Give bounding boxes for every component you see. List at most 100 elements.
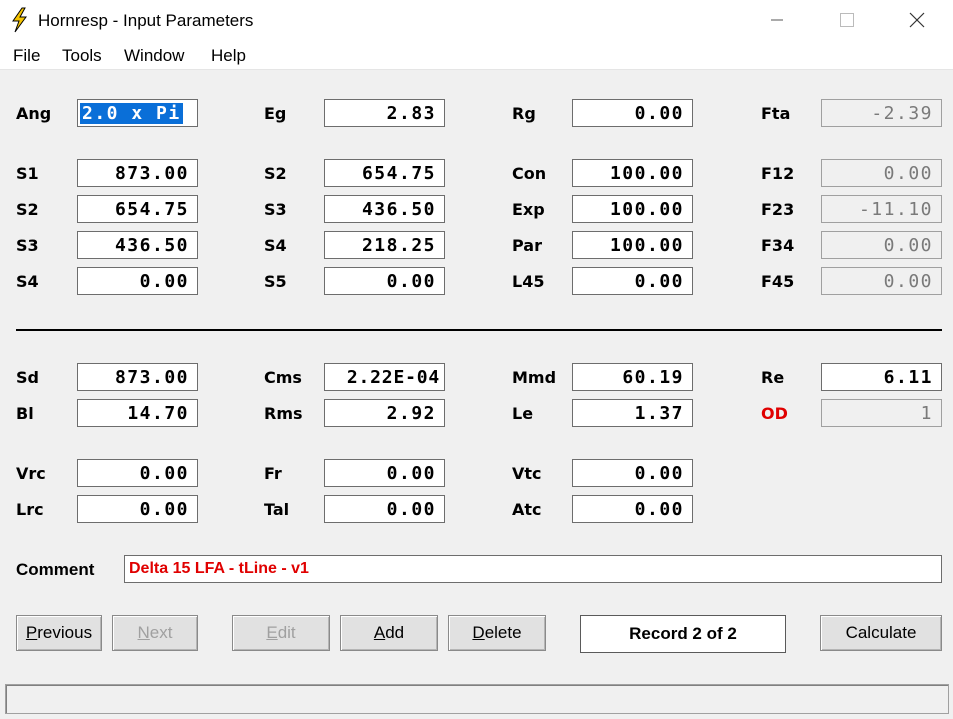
menu-window[interactable]: Window — [124, 46, 184, 66]
input-parameters-panel: Ang 2.0 x Pi Eg 2.83 Rg 0.00 Fta -2.39 S… — [0, 70, 953, 719]
field-s4[interactable]: 218.25 — [324, 231, 445, 259]
field-f45: 0.00 — [821, 267, 942, 295]
field-eg[interactable]: 2.83 — [324, 99, 445, 127]
title-bar: Hornresp - Input Parameters — [0, 0, 953, 40]
label-f23: F23 — [761, 200, 795, 219]
field-f23: -11.10 — [821, 195, 942, 223]
field-fta: -2.39 — [821, 99, 942, 127]
edit-button[interactable]: Edit — [232, 615, 330, 651]
label-rms: Rms — [264, 404, 303, 423]
label-rg: Rg — [512, 104, 536, 123]
delete-accel: D — [472, 623, 485, 642]
delete-label: elete — [484, 623, 522, 642]
label-mmd: Mmd — [512, 368, 557, 387]
field-s4-b[interactable]: 0.00 — [77, 267, 198, 295]
add-label: dd — [385, 623, 405, 642]
window-title: Hornresp - Input Parameters — [38, 11, 254, 30]
lightning-bolt-icon — [12, 7, 27, 33]
label-le: Le — [512, 404, 534, 423]
field-f34: 0.00 — [821, 231, 942, 259]
menu-bar: File Tools Window Help — [0, 40, 953, 70]
label-f34: F34 — [761, 236, 795, 255]
label-tal: Tal — [264, 500, 290, 519]
field-le[interactable]: 1.37 — [572, 399, 693, 427]
previous-accel: P — [25, 623, 38, 642]
maximize-button[interactable] — [824, 0, 870, 40]
close-icon — [909, 12, 925, 28]
field-atc[interactable]: 0.00 — [572, 495, 693, 523]
label-s2-b: S2 — [16, 200, 39, 219]
field-s3[interactable]: 436.50 — [324, 195, 445, 223]
add-button[interactable]: Add — [340, 615, 438, 651]
label-f12: F12 — [761, 164, 795, 183]
add-accel: A — [373, 623, 386, 642]
field-f12: 0.00 — [821, 159, 942, 187]
field-s2[interactable]: 654.75 — [324, 159, 445, 187]
field-par[interactable]: 100.00 — [572, 231, 693, 259]
label-s5: S5 — [264, 272, 287, 291]
maximize-icon — [840, 13, 854, 27]
minimize-icon — [771, 19, 783, 21]
field-rg[interactable]: 0.00 — [572, 99, 693, 127]
field-s3-b[interactable]: 436.50 — [77, 231, 198, 259]
field-s5[interactable]: 0.00 — [324, 267, 445, 295]
menu-help[interactable]: Help — [211, 46, 246, 66]
delete-button[interactable]: Delete — [448, 615, 546, 651]
field-bl[interactable]: 14.70 — [77, 399, 198, 427]
field-sd[interactable]: 873.00 — [77, 363, 198, 391]
field-ang-value: 2.0 x Pi — [80, 103, 183, 124]
record-indicator: Record 2 of 2 — [580, 615, 786, 653]
label-sd: Sd — [16, 368, 39, 387]
label-comment: Comment — [16, 560, 95, 579]
menu-file[interactable]: File — [13, 46, 40, 66]
field-mmd[interactable]: 60.19 — [572, 363, 693, 391]
label-s3: S3 — [264, 200, 287, 219]
close-button[interactable] — [894, 0, 940, 40]
field-vrc[interactable]: 0.00 — [77, 459, 198, 487]
field-od: 1 — [821, 399, 942, 427]
label-fta: Fta — [761, 104, 791, 123]
label-s3-b: S3 — [16, 236, 39, 255]
minimize-button[interactable] — [754, 0, 800, 40]
field-s2-b[interactable]: 654.75 — [77, 195, 198, 223]
field-exp[interactable]: 100.00 — [572, 195, 693, 223]
field-vtc[interactable]: 0.00 — [572, 459, 693, 487]
menu-tools[interactable]: Tools — [62, 46, 102, 66]
status-bar — [5, 684, 949, 714]
label-vrc: Vrc — [16, 464, 46, 483]
edit-accel: E — [266, 623, 278, 642]
section-divider — [16, 329, 942, 331]
label-atc: Atc — [512, 500, 542, 519]
field-l45[interactable]: 0.00 — [572, 267, 693, 295]
label-s1: S1 — [16, 164, 39, 183]
field-fr[interactable]: 0.00 — [324, 459, 445, 487]
label-eg: Eg — [264, 104, 287, 123]
field-ang[interactable]: 2.0 x Pi — [77, 99, 198, 127]
previous-label: revious — [37, 623, 93, 642]
label-fr: Fr — [264, 464, 282, 483]
label-f45: F45 — [761, 272, 795, 291]
label-l45: L45 — [512, 272, 545, 291]
next-accel: N — [137, 623, 150, 642]
field-tal[interactable]: 0.00 — [324, 495, 445, 523]
label-vtc: Vtc — [512, 464, 542, 483]
field-cms[interactable]: 2.22E-04 — [324, 363, 445, 391]
field-lrc[interactable]: 0.00 — [77, 495, 198, 523]
label-od[interactable]: OD — [761, 404, 788, 423]
field-con[interactable]: 100.00 — [572, 159, 693, 187]
previous-button[interactable]: Previous — [16, 615, 102, 651]
label-lrc: Lrc — [16, 500, 44, 519]
next-label: ext — [149, 623, 173, 642]
edit-label: dit — [277, 623, 296, 642]
label-exp: Exp — [512, 200, 545, 219]
field-re[interactable]: 6.11 — [821, 363, 942, 391]
label-bl: Bl — [16, 404, 34, 423]
label-s4: S4 — [264, 236, 287, 255]
next-button[interactable]: Next — [112, 615, 198, 651]
comment-input[interactable]: Delta 15 LFA - tLine - v1 — [124, 555, 942, 583]
calculate-button[interactable]: Calculate — [820, 615, 942, 651]
field-rms[interactable]: 2.92 — [324, 399, 445, 427]
field-s1[interactable]: 873.00 — [77, 159, 198, 187]
label-con: Con — [512, 164, 547, 183]
label-s4-b: S4 — [16, 272, 39, 291]
